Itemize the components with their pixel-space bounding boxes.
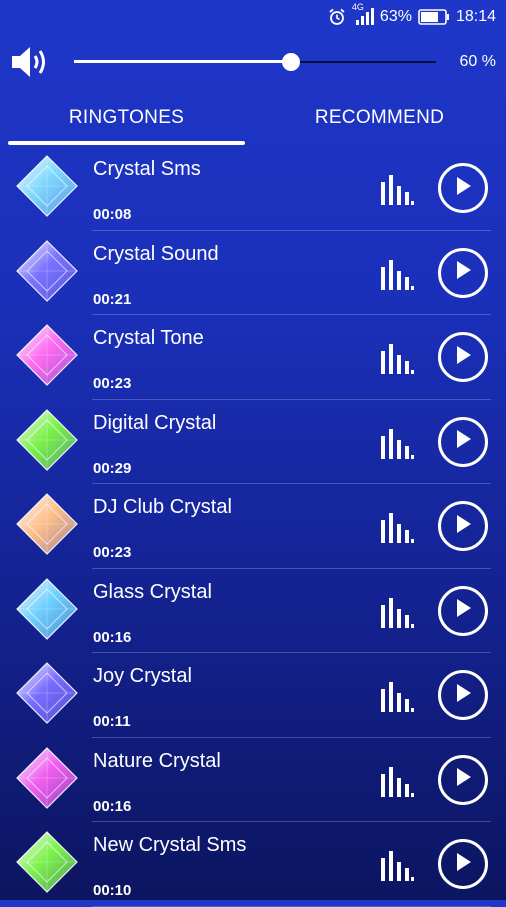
play-button[interactable] — [438, 585, 488, 636]
volume-slider[interactable] — [74, 50, 436, 74]
ringtone-duration: 00:23 — [93, 544, 132, 561]
crystal-gem-icon — [15, 492, 79, 556]
crystal-gem-icon — [15, 323, 79, 387]
volume-thumb[interactable] — [282, 53, 301, 71]
play-button[interactable] — [438, 839, 488, 889]
ringtone-title: New Crystal Sms — [93, 834, 247, 856]
equalizer-icon[interactable] — [380, 174, 414, 206]
crystal-gem-icon — [15, 661, 79, 725]
crystal-gem-icon — [15, 154, 79, 218]
equalizer-icon[interactable] — [380, 597, 414, 629]
network-type: 4G — [351, 2, 364, 12]
volume-fill — [74, 60, 292, 63]
ringtone-duration: 00:23 — [93, 375, 132, 392]
equalizer-icon[interactable] — [380, 850, 414, 882]
ringtone-duration: 00:16 — [93, 797, 132, 815]
battery-percent: 63% — [379, 8, 412, 25]
tab-recommend[interactable]: RECOMMEND — [253, 90, 506, 146]
ringtone-title: Digital Crystal — [93, 411, 217, 434]
play-icon — [454, 345, 472, 370]
ringtone-title: Crystal Tone — [93, 327, 204, 349]
crystal-gem-icon — [15, 830, 79, 894]
ringtone-title: Crystal Sms — [93, 158, 201, 180]
list-item[interactable]: Digital Crystal 00:29 — [0, 400, 506, 484]
play-icon — [454, 852, 472, 877]
list-item[interactable]: Glass Crystal 00:16 — [0, 569, 506, 653]
ringtone-title: Glass Crystal — [93, 580, 212, 603]
ringtone-duration: 00:21 — [93, 290, 132, 308]
ringtone-list: Crystal Sms 00:08 Crystal Sound 00:21 Cr… — [0, 146, 506, 907]
play-icon — [454, 429, 472, 454]
volume-percent: 60 % — [459, 53, 496, 70]
equalizer-icon[interactable] — [380, 428, 414, 460]
ringtone-title: Crystal Sound — [93, 242, 219, 265]
play-icon — [454, 598, 472, 623]
list-item[interactable]: Crystal Sound 00:21 — [0, 231, 506, 315]
play-button[interactable] — [438, 670, 488, 720]
ringtone-title: Nature Crystal — [93, 749, 221, 772]
play-button[interactable] — [438, 754, 488, 805]
ringtone-duration: 00:10 — [93, 882, 132, 899]
play-icon — [454, 767, 472, 792]
play-button[interactable] — [438, 163, 488, 213]
play-icon — [454, 683, 472, 708]
battery-icon — [418, 9, 450, 25]
tab-bar: RINGTONES RECOMMEND — [0, 90, 506, 146]
equalizer-icon[interactable] — [380, 259, 414, 291]
speaker-icon[interactable] — [10, 44, 52, 80]
equalizer-icon[interactable] — [380, 681, 414, 713]
ringtone-duration: 00:16 — [93, 628, 132, 646]
play-icon — [454, 176, 472, 201]
list-item[interactable]: Nature Crystal 00:16 — [0, 738, 506, 822]
clock: 18:14 — [455, 8, 496, 25]
equalizer-icon[interactable] — [380, 766, 414, 798]
list-item[interactable]: Joy Crystal 00:11 — [0, 653, 506, 738]
ringtone-title: Joy Crystal — [93, 665, 192, 687]
play-button[interactable] — [438, 247, 488, 298]
status-bar: 4G 63% 18:14 — [0, 0, 506, 34]
play-icon — [454, 514, 472, 539]
volume-control: 60 % — [0, 34, 506, 90]
play-button[interactable] — [438, 416, 488, 467]
play-button[interactable] — [438, 501, 488, 551]
equalizer-icon[interactable] — [380, 343, 414, 375]
play-icon — [454, 260, 472, 285]
ringtone-duration: 00:08 — [93, 206, 132, 223]
list-item[interactable]: DJ Club Crystal 00:23 — [0, 484, 506, 569]
crystal-gem-icon — [15, 577, 79, 641]
crystal-gem-icon — [15, 746, 79, 810]
alarm-icon — [328, 8, 346, 26]
crystal-gem-icon — [15, 239, 79, 303]
divider — [92, 905, 491, 907]
ringtone-duration: 00:29 — [93, 459, 132, 477]
ringtone-title: DJ Club Crystal — [93, 496, 232, 518]
crystal-gem-icon — [15, 408, 79, 472]
list-item[interactable]: Crystal Tone 00:23 — [0, 315, 506, 400]
list-item[interactable]: New Crystal Sms 00:10 — [0, 822, 506, 907]
play-button[interactable] — [438, 332, 488, 382]
tab-ringtones[interactable]: RINGTONES — [0, 90, 253, 146]
signal-icon: 4G — [352, 2, 374, 26]
equalizer-icon[interactable] — [380, 512, 414, 544]
ringtone-duration: 00:11 — [93, 713, 131, 730]
list-item[interactable]: Crystal Sms 00:08 — [0, 146, 506, 231]
tab-indicator — [8, 141, 245, 145]
